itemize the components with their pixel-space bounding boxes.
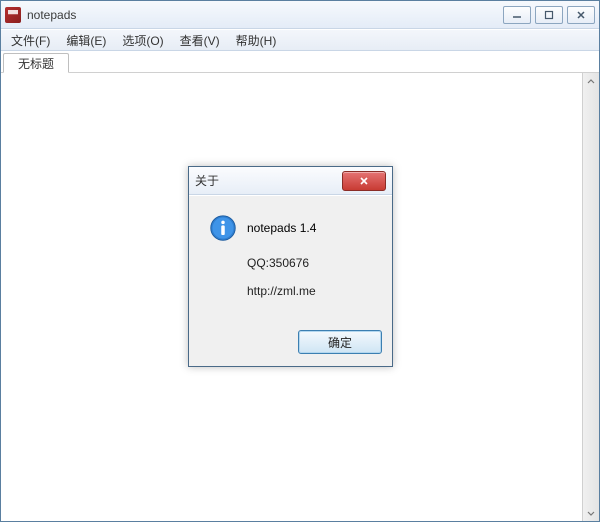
close-icon (359, 176, 369, 186)
tabbar: 无标题 (1, 51, 599, 73)
menu-options[interactable]: 选项(O) (114, 30, 171, 50)
app-icon (5, 7, 21, 23)
maximize-icon (544, 10, 554, 20)
menu-edit[interactable]: 编辑(E) (58, 30, 114, 50)
tab-label: 无标题 (18, 55, 54, 72)
minimize-icon (512, 10, 522, 20)
chevron-down-icon (587, 509, 595, 517)
vertical-scrollbar[interactable] (582, 73, 599, 521)
dialog-close-button[interactable] (342, 171, 386, 191)
minimize-button[interactable] (503, 6, 531, 24)
scroll-down-button[interactable] (583, 504, 599, 521)
dialog-titlebar[interactable]: 关于 (189, 167, 392, 195)
menu-label: 查看(V) (180, 32, 220, 49)
ok-label: 确定 (328, 336, 352, 350)
chevron-up-icon (587, 78, 595, 86)
menu-label: 帮助(H) (236, 32, 277, 49)
dialog-footer: 确定 (189, 322, 392, 366)
dialog-app-version: notepads 1.4 (247, 221, 316, 235)
scroll-up-button[interactable] (583, 73, 599, 90)
info-icon (209, 214, 237, 242)
dialog-body: notepads 1.4 QQ:350676 http://zml.me (189, 195, 392, 322)
scroll-track[interactable] (583, 90, 599, 504)
dialog-qq: QQ:350676 (247, 256, 378, 270)
menu-label: 编辑(E) (66, 32, 106, 49)
menu-help[interactable]: 帮助(H) (228, 30, 285, 50)
window-title: notepads (27, 8, 503, 22)
dialog-url: http://zml.me (247, 284, 378, 298)
menu-view[interactable]: 查看(V) (172, 30, 228, 50)
ok-button[interactable]: 确定 (298, 330, 382, 354)
menubar: 文件(F) 编辑(E) 选项(O) 查看(V) 帮助(H) (1, 29, 599, 51)
menu-label: 选项(O) (122, 32, 163, 49)
close-button[interactable] (567, 6, 595, 24)
tab-untitled[interactable]: 无标题 (3, 53, 69, 73)
titlebar[interactable]: notepads (1, 1, 599, 29)
close-icon (576, 10, 586, 20)
menu-label: 文件(F) (11, 32, 50, 49)
window-controls (503, 6, 595, 24)
dialog-row-1: notepads 1.4 (203, 214, 378, 242)
menu-file[interactable]: 文件(F) (3, 30, 58, 50)
dialog-title: 关于 (195, 172, 342, 189)
maximize-button[interactable] (535, 6, 563, 24)
about-dialog: 关于 notepads 1.4 QQ:350676 http://zml.me … (188, 166, 393, 367)
